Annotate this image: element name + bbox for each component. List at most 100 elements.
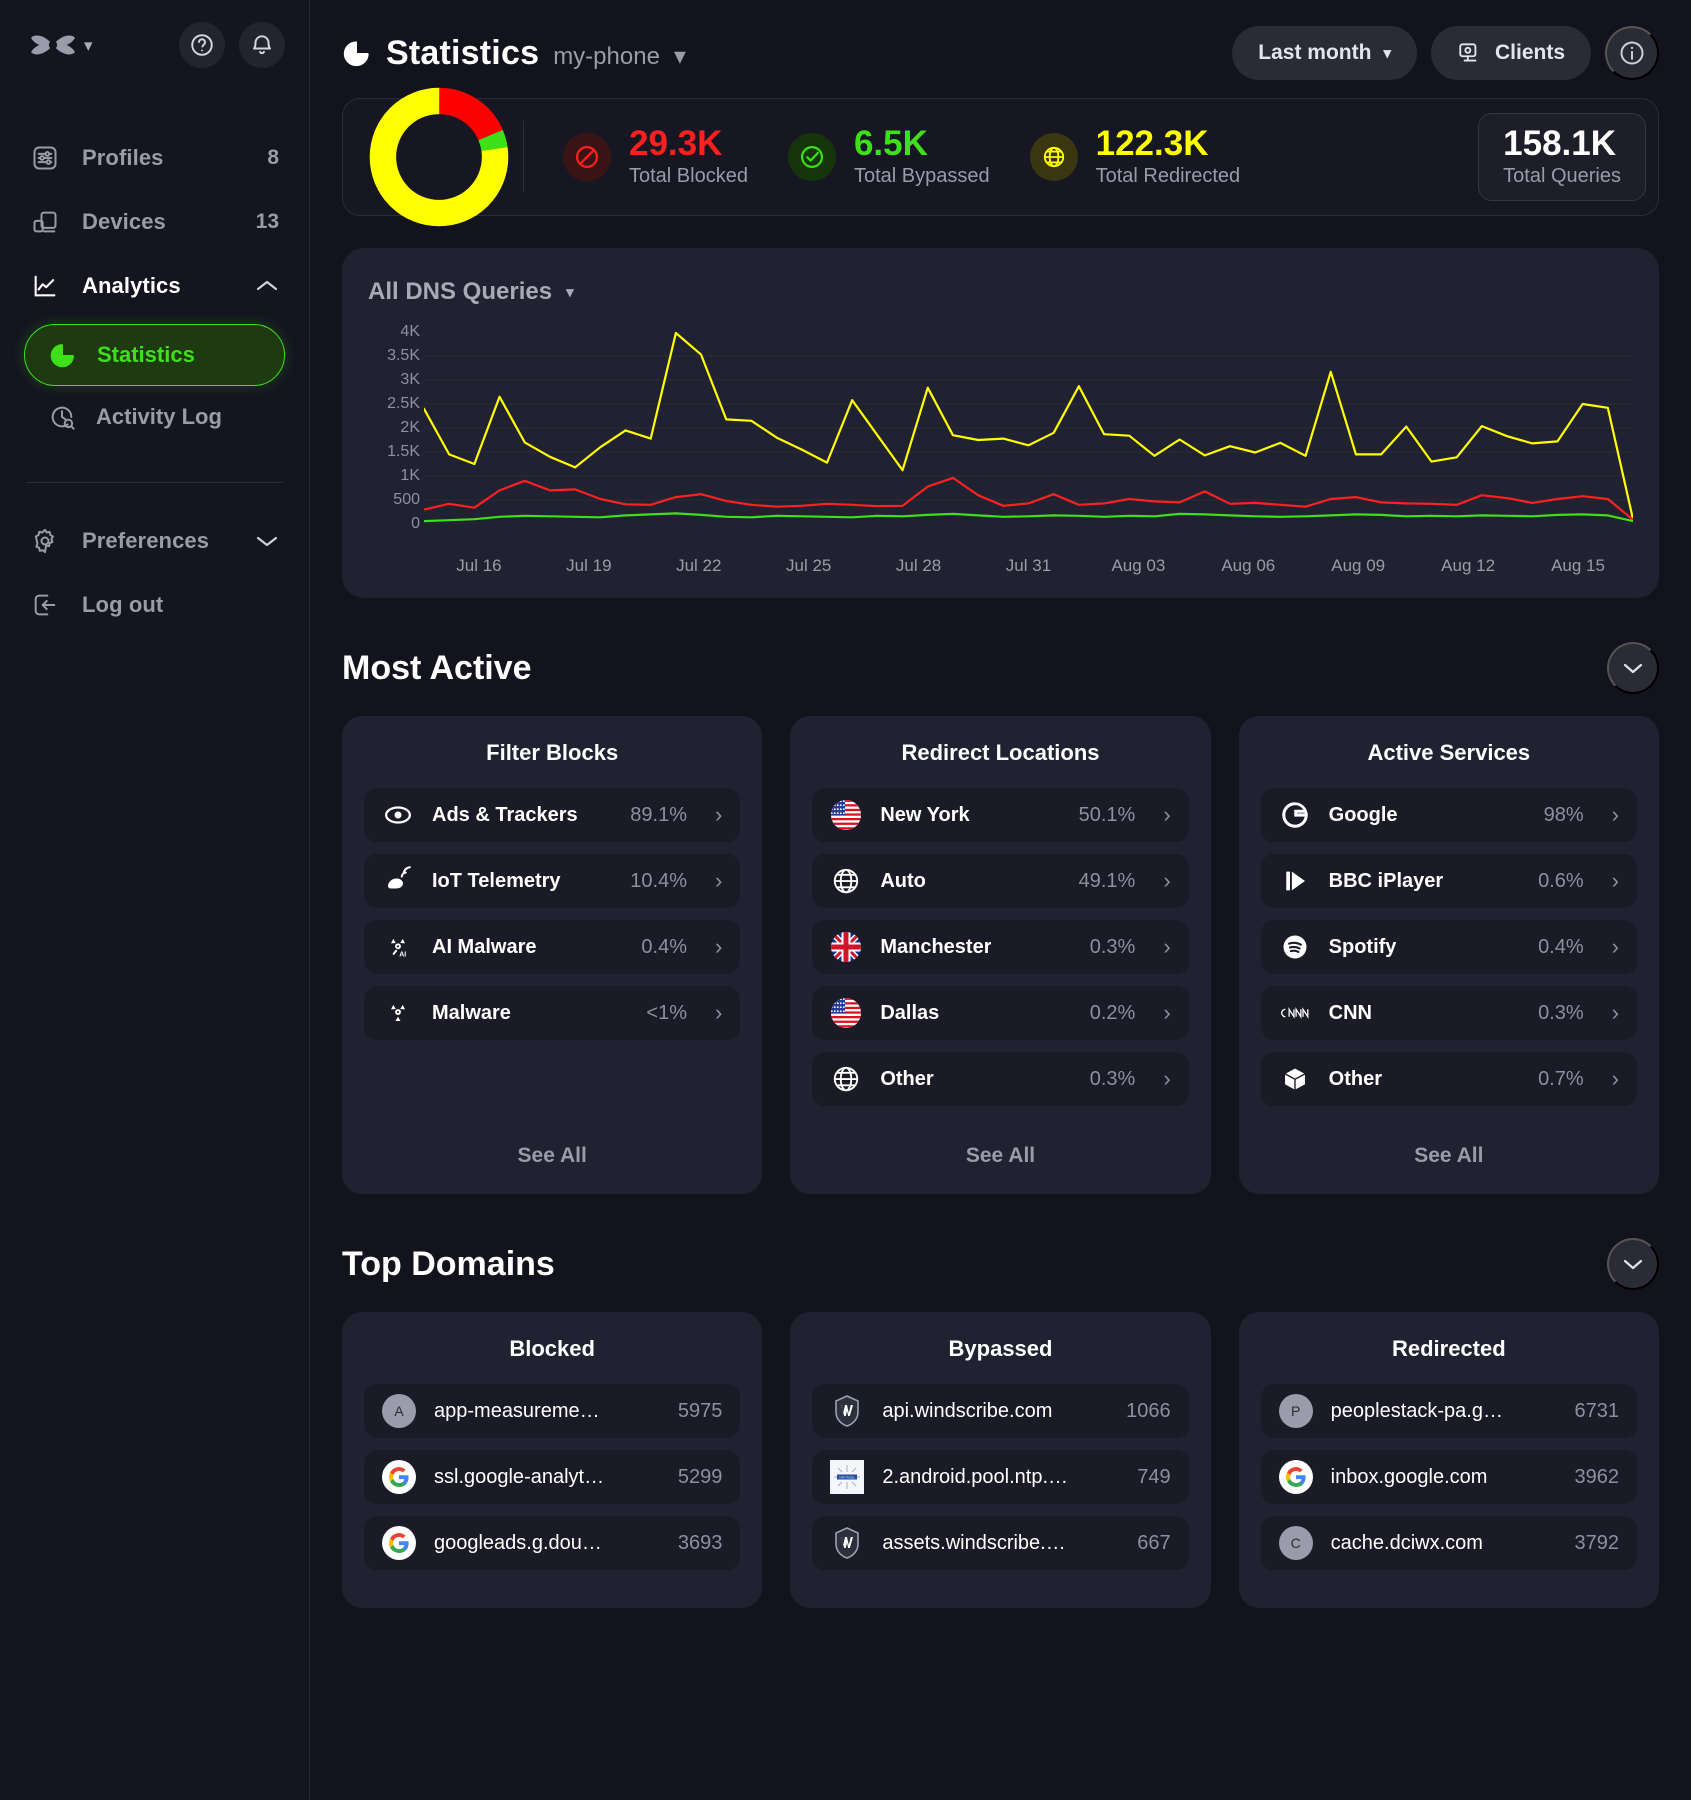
domain-count: 3693 — [677, 1531, 723, 1554]
card-title: Redirect Locations — [901, 740, 1100, 765]
chart-title-text: All DNS Queries — [368, 278, 553, 305]
info-circle-icon — [1618, 39, 1646, 67]
sidebar-item-activity-log[interactable]: Activity Log — [24, 386, 285, 448]
date-range-label: Last month — [1258, 41, 1372, 64]
sidebar-subnav: Statistics Activity Log — [0, 324, 309, 448]
chart-x-tick: Aug 03 — [1111, 556, 1166, 575]
top-domains-card: Bypassed api.windscribe.com 1066 NTP POO… — [790, 1312, 1211, 1608]
list-item[interactable]: Auto 49.1% › — [812, 854, 1189, 908]
list-item[interactable]: Other 0.7% › — [1260, 1052, 1637, 1106]
see-all-button[interactable]: See All — [812, 1118, 1188, 1168]
windscribe-favicon — [830, 1526, 864, 1560]
google-icon — [1279, 799, 1311, 831]
list-item[interactable]: Manchester 0.3% › — [812, 920, 1189, 974]
list-item[interactable]: AI AI Malware 0.4% › — [364, 920, 741, 974]
brand-logo-button[interactable]: ▾ — [30, 30, 93, 60]
sidebar-item-statistics[interactable]: Statistics — [24, 324, 285, 386]
sidebar-item-analytics[interactable]: Analytics — [0, 254, 309, 318]
table-row[interactable]: assets.windscribe.… 667 — [812, 1516, 1189, 1570]
date-range-button[interactable]: Last month ▾ — [1232, 26, 1417, 80]
see-all-button[interactable]: See All — [364, 1118, 740, 1168]
sidebar-item-logout[interactable]: Log out — [0, 573, 309, 637]
chart-y-tick: 500 — [393, 491, 420, 508]
list-item[interactable]: IoT Telemetry 10.4% › — [364, 854, 741, 908]
list-item-value: 0.4% — [641, 935, 687, 958]
chart-y-tick: 4K — [400, 323, 420, 340]
pie-chart-icon — [49, 341, 77, 369]
chart-x-tick: Jul 28 — [895, 556, 942, 575]
sidebar-item-preferences[interactable]: Preferences — [0, 509, 309, 573]
help-button[interactable] — [179, 22, 225, 68]
most-active-collapse-button[interactable] — [1607, 642, 1659, 694]
chart-x-axis: Jul 16 Jul 19 Jul 22 Jul 25 Jul 28 Jul 31 Aug … — [424, 556, 1633, 576]
gear-icon — [30, 526, 60, 556]
chevron-down-icon: ▾ — [84, 35, 93, 55]
chevron-down-icon — [255, 534, 279, 548]
domain-count: 749 — [1137, 1465, 1171, 1488]
chart-type-dropdown[interactable]: All DNS Queries ▾ — [368, 278, 1633, 306]
list-item[interactable]: Google 98% › — [1260, 788, 1637, 842]
chart-y-tick: 1.5K — [387, 443, 420, 460]
table-row[interactable]: inbox.google.com 3962 — [1260, 1450, 1637, 1504]
sidebar-item-devices[interactable]: Devices 13 — [0, 190, 309, 254]
list-item-label: Google — [1328, 803, 1398, 826]
main-content: Statistics my-phone ▾ Last month ▾ Clien… — [310, 0, 1691, 1800]
sliders-icon — [30, 143, 60, 173]
chevron-right-icon: › — [1611, 1066, 1619, 1091]
chevron-right-icon: › — [1163, 1000, 1171, 1025]
list-item[interactable]: Malware <1% › — [364, 986, 741, 1040]
list-item[interactable]: CNN 0.3% › — [1260, 986, 1637, 1040]
stat-total-queries: 158.1K Total Queries — [1478, 113, 1646, 201]
list-item[interactable]: BBC iPlayer 0.6% › — [1260, 854, 1637, 908]
cnn-icon — [1279, 997, 1311, 1029]
list-item-label: Malware — [432, 1001, 511, 1024]
sidebar-item-label: Activity Log — [96, 404, 222, 429]
sidebar-nav: Profiles 8 Devices 13 Analytics Statisti… — [0, 126, 309, 637]
list-item[interactable]: Spotify 0.4% › — [1260, 920, 1637, 974]
list-item-label: AI Malware — [432, 935, 537, 958]
card-title: Active Services — [1367, 740, 1531, 765]
table-row[interactable]: googleads.g.dou… 3693 — [364, 1516, 741, 1570]
info-button[interactable] — [1605, 26, 1659, 80]
profile-selector-label[interactable]: my-phone — [553, 43, 660, 71]
table-row[interactable]: C cache.dciwx.com 3792 — [1260, 1516, 1637, 1570]
top-domains-header: Top Domains — [342, 1238, 1659, 1290]
list-item-value: 98% — [1543, 803, 1584, 826]
chart-line-icon — [30, 271, 60, 301]
domain-name: googleads.g.dou… — [434, 1531, 602, 1554]
list-item-label: Dallas — [880, 1001, 940, 1024]
spotify-icon — [1279, 931, 1311, 963]
domain-count: 667 — [1137, 1531, 1171, 1554]
card-title: Redirected — [1391, 1336, 1506, 1361]
list-item[interactable]: Other 0.3% › — [812, 1052, 1189, 1106]
see-all-button[interactable]: See All — [1261, 1118, 1637, 1168]
chevron-down-icon[interactable]: ▾ — [674, 42, 686, 71]
card-title: Blocked — [509, 1336, 595, 1361]
table-row[interactable]: ssl.google-analyt… 5299 — [364, 1450, 741, 1504]
flag-us-icon — [830, 997, 862, 1029]
domain-name: 2.android.pool.ntp.… — [882, 1465, 1069, 1488]
eye-icon — [382, 799, 414, 831]
letter-avatar-a: A — [382, 1394, 416, 1428]
table-row[interactable]: NTP POOL 2.android.pool.ntp.… 749 — [812, 1450, 1189, 1504]
list-item-label: Other — [880, 1067, 934, 1090]
list-item[interactable]: New York 50.1% › — [812, 788, 1189, 842]
domain-name: ssl.google-analyt… — [434, 1465, 605, 1488]
table-row[interactable]: A app-measureme… 5975 — [364, 1384, 741, 1438]
bell-icon — [249, 32, 275, 58]
list-item[interactable]: Dallas 0.2% › — [812, 986, 1189, 1040]
globe-icon — [830, 1063, 862, 1095]
chevron-up-icon — [255, 279, 279, 293]
top-domains-collapse-button[interactable] — [1607, 1238, 1659, 1290]
table-row[interactable]: P peoplestack-pa.g… 6731 — [1260, 1384, 1637, 1438]
chart-x-tick: Aug 09 — [1331, 556, 1386, 575]
chart-y-tick: 2.5K — [387, 395, 420, 412]
list-item[interactable]: Ads & Trackers 89.1% › — [364, 788, 741, 842]
ai-malware-icon: AI — [382, 931, 414, 963]
chart-x-tick: Aug 06 — [1221, 556, 1276, 575]
sidebar-header: ▾ — [0, 0, 309, 78]
table-row[interactable]: api.windscribe.com 1066 — [812, 1384, 1189, 1438]
clients-button[interactable]: Clients — [1430, 26, 1591, 80]
sidebar-item-profiles[interactable]: Profiles 8 — [0, 126, 309, 190]
notifications-button[interactable] — [239, 22, 285, 68]
